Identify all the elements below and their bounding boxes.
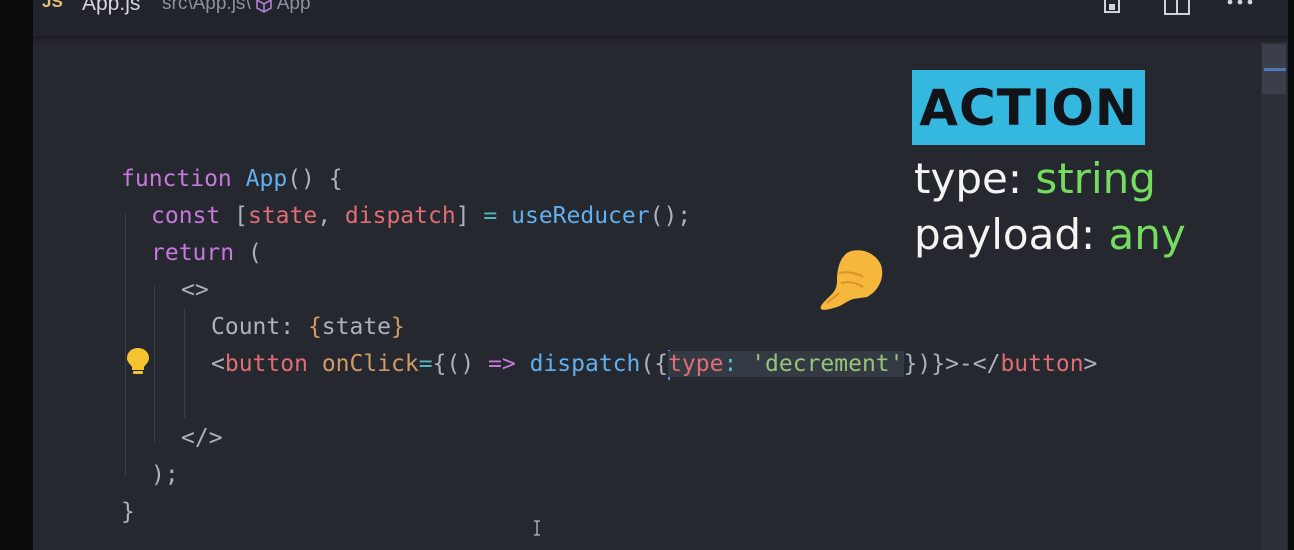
operator-token: : [723, 351, 738, 377]
code-line-5[interactable]: Count: {state} [211, 309, 405, 346]
code-line-4[interactable]: <> [181, 272, 209, 309]
lightbulb-icon[interactable] [125, 346, 151, 376]
breadcrumb-symbol[interactable]: App [277, 0, 311, 15]
punctuation-token: { [432, 351, 447, 377]
keyword-token: return [151, 240, 235, 266]
code-line-10[interactable]: } [121, 494, 135, 531]
function-name-token: dispatch [529, 351, 641, 377]
operator-token: = [418, 351, 433, 377]
brace-token: } [391, 314, 405, 340]
copy-icon[interactable] [1099, 0, 1125, 16]
punctuation-token: })} [903, 351, 946, 377]
action-annotation-title: ACTION [919, 78, 1138, 137]
code-line-1[interactable]: function App() { [121, 161, 343, 198]
window-right-edge [1288, 0, 1294, 550]
indent-guide [125, 214, 126, 476]
brace-token: { [307, 314, 322, 340]
punctuation-token: () { [287, 166, 343, 192]
window-left-edge [0, 0, 33, 550]
code-line-8[interactable]: </> [181, 420, 223, 457]
annotation-payload-value: any [1108, 210, 1186, 259]
annotation-type-line: type: string [914, 154, 1156, 203]
tab-file-name[interactable]: App.js [82, 0, 140, 16]
more-icon[interactable] [1226, 0, 1254, 12]
punctuation-token: ({ [640, 351, 669, 377]
annotation-type-value: string [1035, 154, 1156, 203]
punctuation-token: ( [234, 240, 262, 266]
punctuation-token: > [1083, 351, 1098, 377]
annotation-payload-label: payload: [914, 210, 1109, 259]
fragment-open-token: <> [181, 277, 209, 303]
vertical-scrollbar[interactable] [1261, 42, 1287, 550]
variable-token: state [247, 203, 318, 229]
variable-token: dispatch [344, 203, 456, 229]
keyword-token: function [121, 166, 232, 192]
jsx-tag-token: button [1000, 351, 1084, 377]
variable-token: state [321, 314, 392, 340]
split-editor-icon[interactable] [1163, 0, 1191, 16]
jsx-tag-token: button [224, 351, 308, 377]
jsx-text-token: >-</ [945, 351, 1001, 377]
punctuation-token: () [446, 351, 475, 377]
punctuation-token: ); [151, 462, 179, 488]
pointing-hand-icon [820, 250, 883, 310]
fragment-close-token: </> [181, 425, 223, 451]
js-file-icon: JS [42, 0, 63, 11]
indent-guide [154, 286, 155, 442]
punctuation-token: < [211, 351, 225, 377]
symbol-cube-icon [255, 0, 272, 13]
operator-token: = [483, 203, 498, 229]
punctuation-token: (); [649, 203, 692, 229]
annotation-payload-line: payload: any [914, 210, 1186, 259]
function-name-token: useReducer [511, 203, 650, 229]
punctuation-token: } [121, 499, 135, 525]
breadcrumb[interactable]: src\App.js\ App [162, 0, 311, 15]
code-line-9[interactable]: ); [151, 457, 179, 494]
string-token: 'decrement' [751, 351, 904, 377]
text-cursor-icon [534, 520, 540, 536]
punctuation-token: [ [234, 203, 248, 229]
function-name-token: App [245, 166, 288, 192]
code-line-2[interactable]: const [state, dispatch] = useReducer(); [151, 198, 691, 235]
keyword-token: const [151, 203, 221, 229]
indent-guide [184, 308, 185, 418]
jsx-attribute-token: onClick [321, 351, 419, 377]
annotation-type-label: type: [914, 154, 1036, 203]
action-annotation-title-box: ACTION [912, 70, 1145, 145]
scrollbar-cursor-marker [1264, 68, 1286, 71]
jsx-text-token: Count: [211, 314, 308, 340]
punctuation-token: , [317, 203, 345, 229]
arrow-token: => [488, 351, 516, 377]
code-line-6[interactable]: <button onClick={() => dispatch({type: '… [211, 346, 1097, 383]
property-token: type [668, 351, 724, 377]
breadcrumb-path[interactable]: src\App.js\ [162, 0, 251, 15]
code-line-3[interactable]: return ( [151, 235, 262, 272]
punctuation-token: ] [455, 203, 484, 229]
